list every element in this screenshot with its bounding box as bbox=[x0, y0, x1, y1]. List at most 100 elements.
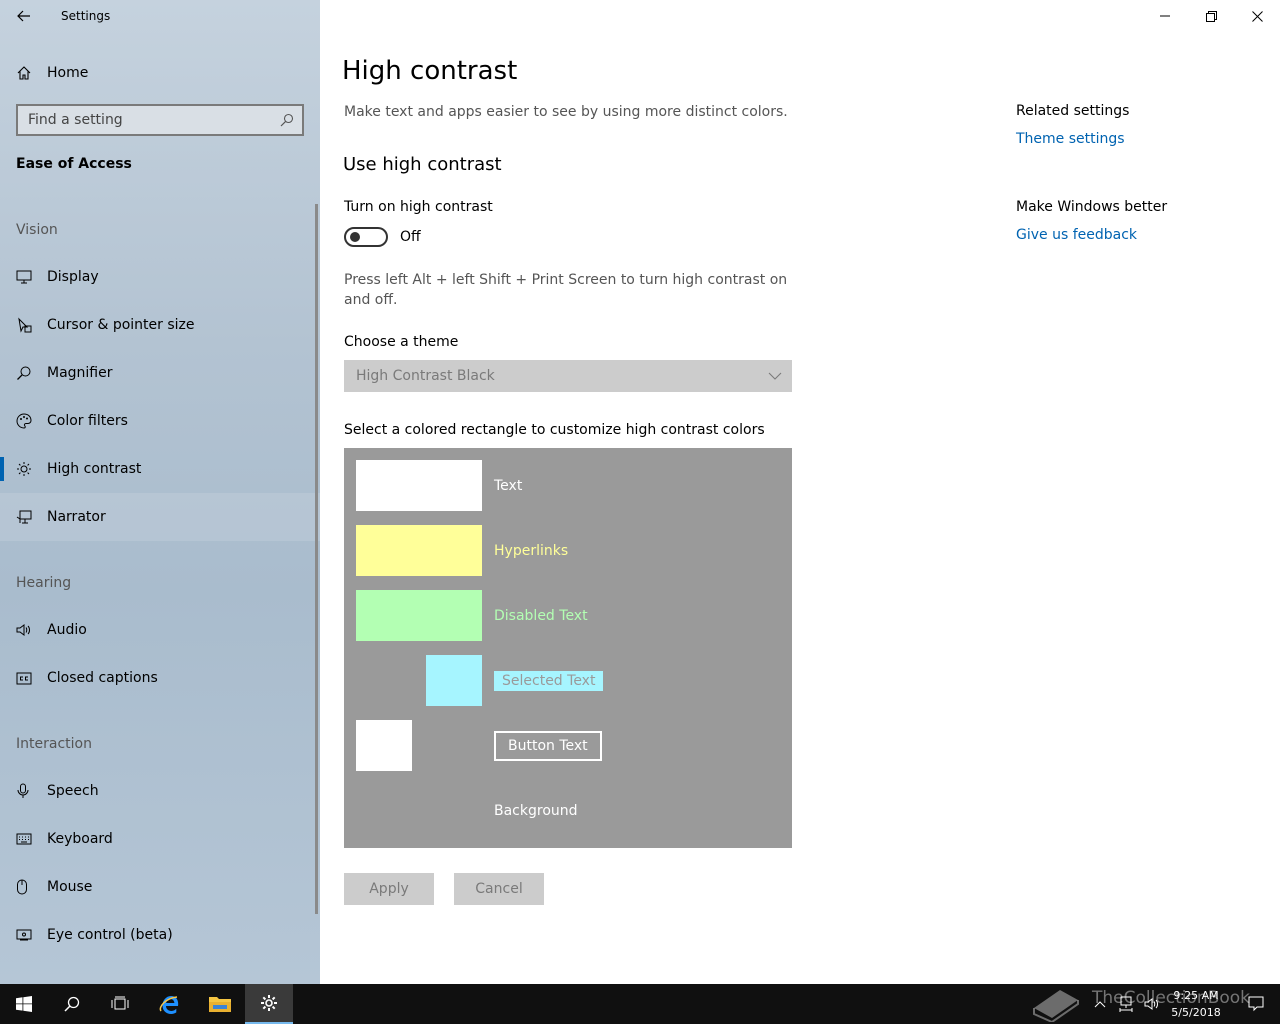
minimize-button[interactable] bbox=[1142, 0, 1188, 32]
sidebar-item-cursor[interactable]: Cursor & pointer size bbox=[0, 301, 320, 349]
disabled-text-color-swatch[interactable] bbox=[356, 590, 482, 641]
sidebar-item-high-contrast[interactable]: High contrast bbox=[0, 445, 320, 493]
nav-home[interactable]: Home bbox=[0, 54, 320, 92]
mouse-icon bbox=[0, 879, 47, 895]
back-button[interactable] bbox=[8, 4, 40, 28]
search-box[interactable] bbox=[16, 104, 304, 136]
book-watermark-icon bbox=[1030, 986, 1082, 1024]
sidebar-item-label: Closed captions bbox=[47, 670, 158, 686]
speaker-icon bbox=[0, 623, 47, 637]
give-feedback-link[interactable]: Give us feedback bbox=[1016, 227, 1137, 243]
taskbar: TheCollectionBook 9:25 AM 5/5/2018 bbox=[0, 984, 1280, 1024]
search-input[interactable] bbox=[18, 112, 268, 128]
sidebar: Settings Home Ease of Access Vision Disp… bbox=[0, 0, 320, 984]
shortcut-hint: Press left Alt + left Shift + Print Scre… bbox=[344, 272, 788, 308]
group-label-hearing: Hearing bbox=[16, 575, 72, 591]
disabled-text-color-label: Disabled Text bbox=[494, 608, 588, 624]
cursor-icon bbox=[0, 317, 47, 333]
feedback-heading: Make Windows better bbox=[1016, 199, 1168, 215]
sidebar-item-mouse[interactable]: Mouse bbox=[0, 863, 320, 911]
toggle-knob bbox=[350, 232, 360, 242]
sidebar-item-label: Magnifier bbox=[47, 365, 113, 381]
sidebar-item-magnifier[interactable]: Magnifier bbox=[0, 349, 320, 397]
palette-label: Select a colored rectangle to customize … bbox=[344, 422, 765, 438]
page-description: Make text and apps easier to see by usin… bbox=[344, 104, 788, 120]
button-text-color-label: Button Text bbox=[494, 731, 602, 761]
theme-dropdown[interactable]: High Contrast Black bbox=[344, 360, 792, 392]
sidebar-item-label: Eye control (beta) bbox=[47, 927, 173, 943]
search-icon bbox=[64, 996, 80, 1012]
toggle-label: Turn on high contrast bbox=[344, 199, 493, 215]
high-contrast-toggle[interactable] bbox=[344, 227, 388, 247]
text-color-swatch[interactable] bbox=[356, 460, 482, 511]
app-title: Settings bbox=[61, 9, 111, 23]
sidebar-item-label: Cursor & pointer size bbox=[47, 317, 195, 333]
hyperlinks-color-label: Hyperlinks bbox=[494, 543, 569, 559]
close-button[interactable] bbox=[1234, 0, 1280, 32]
theme-dropdown-value: High Contrast Black bbox=[356, 368, 495, 384]
system-clock[interactable]: 9:25 AM 5/5/2018 bbox=[1170, 987, 1222, 1021]
sidebar-item-keyboard[interactable]: Keyboard bbox=[0, 815, 320, 863]
sidebar-item-display[interactable]: Display bbox=[0, 253, 320, 301]
sidebar-item-label: Speech bbox=[47, 783, 99, 799]
minimize-icon bbox=[1160, 15, 1170, 17]
monitor-icon bbox=[0, 270, 47, 284]
edge-browser-button[interactable] bbox=[146, 984, 194, 1024]
brightness-icon bbox=[0, 461, 47, 477]
start-button[interactable] bbox=[0, 984, 48, 1024]
windows-logo-icon bbox=[16, 996, 32, 1012]
sidebar-item-closed-captions[interactable]: Closed captions bbox=[0, 654, 320, 702]
sidebar-item-label: Audio bbox=[47, 622, 87, 638]
palette-icon bbox=[0, 413, 47, 429]
restore-icon bbox=[1205, 10, 1217, 22]
sidebar-item-audio[interactable]: Audio bbox=[0, 606, 320, 654]
theme-settings-link[interactable]: Theme settings bbox=[1016, 131, 1125, 147]
sidebar-item-label: Color filters bbox=[47, 413, 128, 429]
settings-taskbar-button[interactable] bbox=[245, 984, 293, 1024]
section-title: Ease of Access bbox=[16, 156, 132, 172]
magnifier-icon bbox=[0, 365, 47, 381]
text-color-label: Text bbox=[494, 478, 523, 494]
sidebar-item-label: Mouse bbox=[47, 879, 93, 895]
sidebar-item-eye-control[interactable]: Eye control (beta) bbox=[0, 911, 320, 959]
hyperlinks-color-swatch[interactable] bbox=[356, 525, 482, 576]
chevron-up-icon[interactable] bbox=[1094, 996, 1106, 1015]
chevron-down-icon bbox=[768, 372, 782, 380]
folder-icon bbox=[209, 997, 231, 1012]
network-icon[interactable] bbox=[1118, 996, 1134, 1016]
selected-text-color-swatch[interactable] bbox=[426, 655, 482, 706]
page-title: High contrast bbox=[342, 56, 518, 86]
background-color-label[interactable]: Background bbox=[494, 803, 578, 819]
captions-icon bbox=[0, 672, 47, 685]
title-bar: Settings bbox=[0, 0, 320, 34]
notification-icon[interactable] bbox=[1248, 996, 1264, 1016]
eye-icon bbox=[0, 929, 47, 941]
sidebar-item-speech[interactable]: Speech bbox=[0, 767, 320, 815]
sidebar-item-label: High contrast bbox=[47, 461, 142, 477]
search-icon[interactable] bbox=[280, 113, 294, 127]
button-text-color-swatch[interactable] bbox=[356, 720, 412, 771]
restore-button[interactable] bbox=[1188, 0, 1234, 32]
keyboard-icon bbox=[0, 833, 47, 845]
home-icon bbox=[0, 65, 47, 81]
file-explorer-button[interactable] bbox=[196, 984, 244, 1024]
microphone-icon bbox=[0, 783, 47, 799]
volume-icon[interactable] bbox=[1144, 996, 1160, 1016]
clock-date: 5/5/2018 bbox=[1171, 1006, 1221, 1019]
close-icon bbox=[1251, 10, 1263, 22]
apply-button[interactable]: Apply bbox=[344, 873, 434, 905]
toggle-state-label: Off bbox=[400, 229, 421, 245]
cancel-button[interactable]: Cancel bbox=[454, 873, 544, 905]
gear-icon bbox=[261, 995, 277, 1011]
sidebar-item-label: Narrator bbox=[47, 509, 106, 525]
sidebar-item-narrator[interactable]: Narrator bbox=[0, 493, 320, 541]
sidebar-item-color-filters[interactable]: Color filters bbox=[0, 397, 320, 445]
selected-text-color-label: Selected Text bbox=[494, 671, 604, 691]
related-settings-heading: Related settings bbox=[1016, 103, 1130, 119]
task-view-button[interactable] bbox=[96, 984, 144, 1024]
sidebar-scrollbar[interactable] bbox=[315, 204, 318, 914]
group-label-interaction: Interaction bbox=[16, 736, 92, 752]
taskbar-search-button[interactable] bbox=[48, 984, 96, 1024]
selection-indicator bbox=[0, 457, 4, 481]
color-palette: Text Hyperlinks Disabled Text Selected T… bbox=[344, 448, 792, 848]
